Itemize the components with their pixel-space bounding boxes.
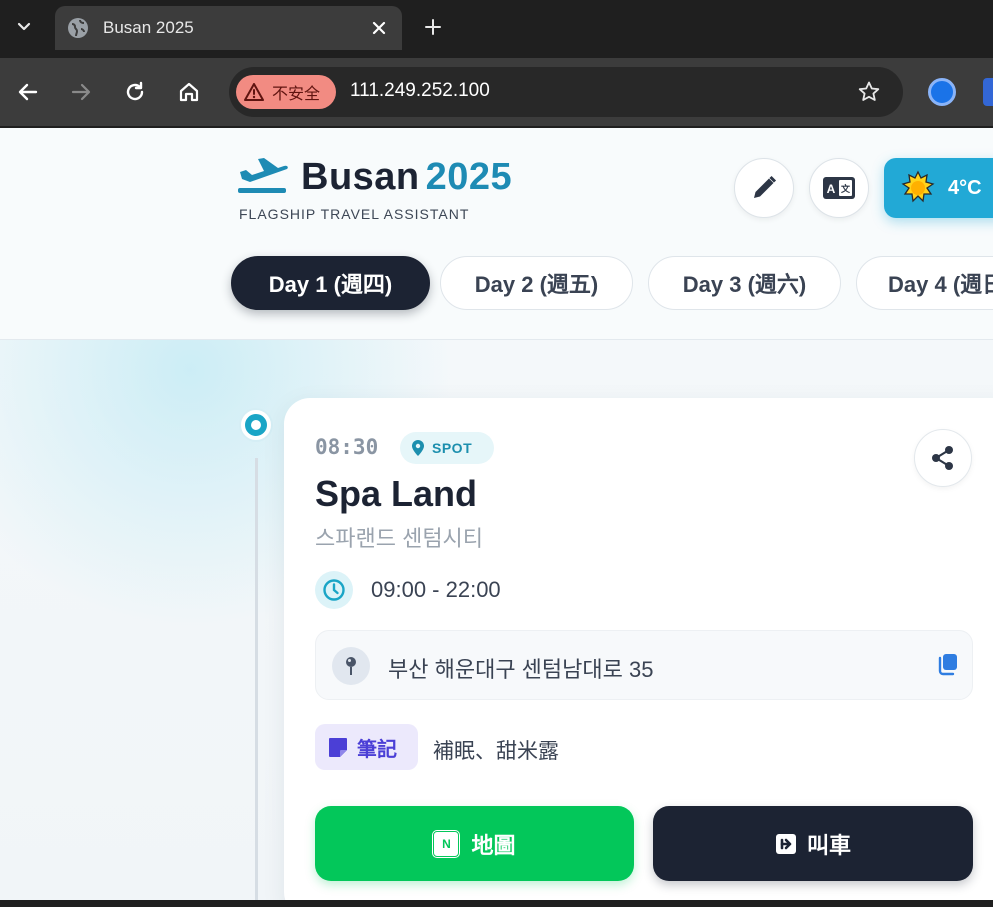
tab-search-dropdown[interactable] <box>8 10 40 42</box>
extension-icon-2[interactable] <box>983 78 993 106</box>
share-button[interactable] <box>914 429 972 487</box>
tagline: FLAGSHIP TRAVEL ASSISTANT <box>239 206 470 222</box>
place-local-name: 스파랜드 센텀시티 <box>315 526 484 551</box>
note-badge: 筆記 <box>315 724 418 770</box>
window-bottom-edge <box>0 900 993 907</box>
browser-tabbar: Busan 2025 <box>0 0 993 58</box>
reload-icon <box>126 81 144 101</box>
location-pin-icon <box>412 440 424 456</box>
forward-button[interactable] <box>63 74 99 110</box>
pencil-icon <box>754 175 777 198</box>
weather-temperature: 4°C <box>948 176 982 199</box>
spot-badge-label: SPOT <box>432 440 473 456</box>
weather-widget[interactable]: 4°C <box>884 158 993 218</box>
copy-icon <box>938 654 957 676</box>
brand-year: 2025 <box>425 156 513 198</box>
itinerary-card[interactable]: 08:30 SPOT Spa Land 스파랜드 센텀시티 09:00 - 22… <box>284 398 993 900</box>
arrow-left-icon <box>18 83 38 101</box>
bookmark-star-button[interactable] <box>857 80 881 109</box>
tab-day-3[interactable]: Day 3 (週六) <box>648 256 841 310</box>
naver-map-icon: N <box>433 830 460 857</box>
taxi-icon <box>775 833 796 854</box>
place-name: Spa Land <box>315 473 478 514</box>
opening-hours: 09:00 - 22:00 <box>371 577 501 602</box>
map-pin-icon <box>332 647 370 685</box>
spot-badge: SPOT <box>400 432 494 464</box>
address-text: 부산 해운대구 센텀남대로 35 <box>388 657 654 682</box>
security-label: 不安全 <box>272 86 321 103</box>
browser-toolbar: 不安全 111.249.252.100 <box>0 58 993 126</box>
app-header: Busan 2025 FLAGSHIP TRAVEL ASSISTANT A文 4… <box>0 128 993 340</box>
item-time: 08:30 <box>315 435 379 459</box>
clock-icon <box>315 571 353 609</box>
map-button[interactable]: N 地圖 <box>315 806 634 881</box>
globe-icon <box>68 18 88 38</box>
taxi-button-label: 叫車 <box>806 832 851 858</box>
browser-tab-active[interactable]: Busan 2025 <box>55 6 402 50</box>
page-viewport: Busan 2025 FLAGSHIP TRAVEL ASSISTANT A文 4… <box>0 128 993 900</box>
brand-name: Busan <box>301 156 420 198</box>
edit-button[interactable] <box>734 158 794 218</box>
address-bar[interactable]: 不安全 111.249.252.100 <box>229 67 903 117</box>
taxi-button[interactable]: 叫車 <box>653 806 973 881</box>
home-icon <box>179 82 199 102</box>
share-icon <box>932 446 953 470</box>
map-button-label: 地圖 <box>471 832 516 858</box>
home-button[interactable] <box>171 74 207 110</box>
note-label: 筆記 <box>357 738 397 761</box>
extension-icon[interactable] <box>928 78 956 106</box>
translate-button[interactable]: A文 <box>809 158 869 218</box>
new-tab-button[interactable] <box>418 12 448 42</box>
tab-close-button[interactable] <box>368 17 390 39</box>
sun-icon <box>901 170 935 203</box>
address-box[interactable]: 부산 해운대구 센텀남대로 35 <box>315 630 973 700</box>
tab-day-4[interactable]: Day 4 (週日 <box>856 256 993 310</box>
close-icon <box>372 21 386 35</box>
tab-day-1[interactable]: Day 1 (週四) <box>231 256 430 310</box>
svg-text:文: 文 <box>840 183 851 195</box>
note-text: 補眠、甜米露 <box>433 740 559 763</box>
warning-triangle-icon <box>244 83 264 101</box>
timeline-line <box>255 458 258 900</box>
star-icon <box>858 81 880 101</box>
brand-title: Busan 2025 <box>301 156 512 199</box>
timeline-dot <box>241 410 271 440</box>
arrow-right-icon <box>71 83 91 101</box>
security-warning-chip[interactable]: 不安全 <box>236 75 336 109</box>
sticky-note-icon <box>329 738 347 757</box>
back-button[interactable] <box>10 74 46 110</box>
tab-title: Busan 2025 <box>103 18 194 37</box>
chevron-down-icon <box>17 22 31 31</box>
plus-icon <box>425 19 441 35</box>
copy-address-button[interactable] <box>932 649 962 679</box>
translate-icon: A文 <box>823 177 855 199</box>
tab-day-2[interactable]: Day 2 (週五) <box>440 256 633 310</box>
svg-text:A: A <box>827 182 836 196</box>
reload-button[interactable] <box>117 74 153 110</box>
airplane-icon <box>238 158 288 193</box>
url-text[interactable]: 111.249.252.100 <box>350 80 490 102</box>
